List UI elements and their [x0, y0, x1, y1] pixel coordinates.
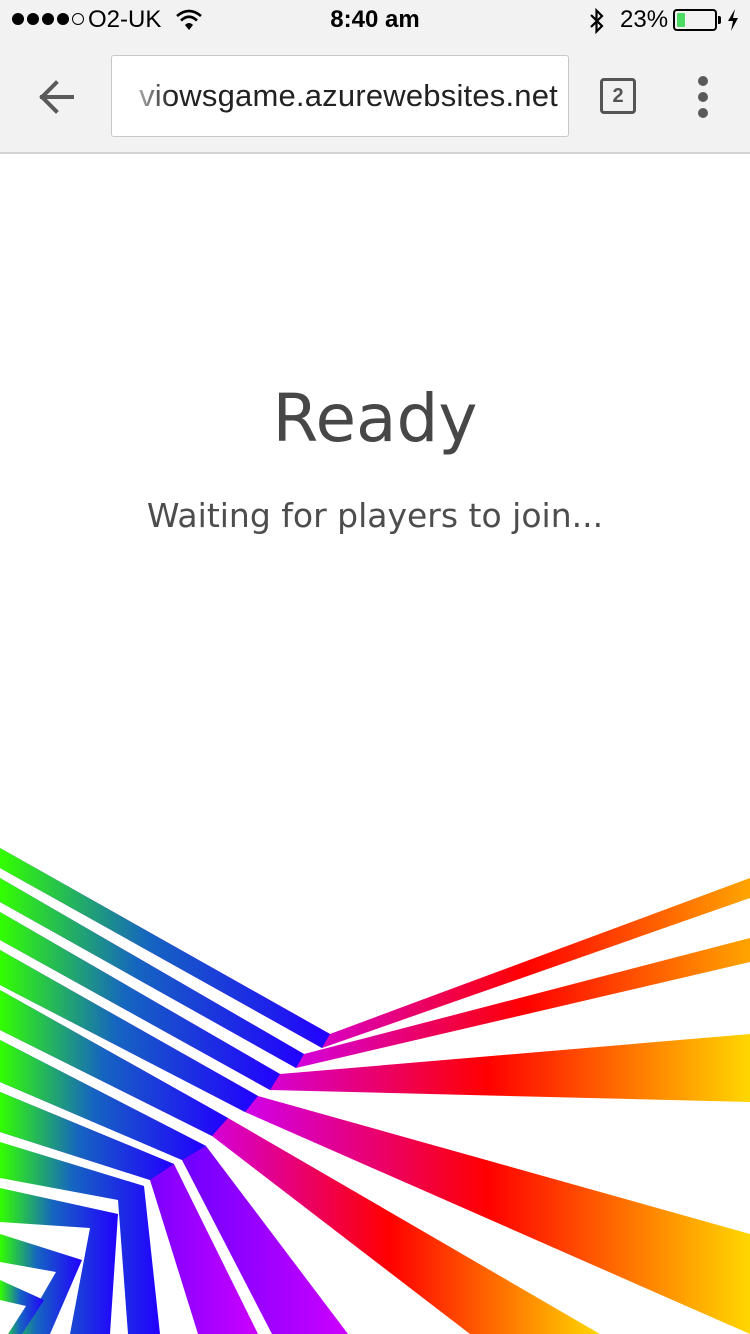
- battery-fill: [677, 13, 685, 27]
- battery-body: [673, 9, 717, 31]
- page-content: Ready Waiting for players to join...: [0, 156, 750, 1334]
- page-title: Ready: [272, 380, 478, 457]
- status-bar: O2-UK 8:40 am 23%: [0, 0, 750, 40]
- address-bar[interactable]: viowsgame.azurewebsites.net: [111, 55, 569, 137]
- url-fade: [112, 56, 172, 136]
- status-message: Waiting for players to join...: [146, 496, 604, 535]
- battery-icon: [673, 9, 721, 31]
- battery-percentage: 23%: [620, 6, 669, 33]
- back-arrow-icon[interactable]: [32, 74, 82, 120]
- overflow-menu-icon[interactable]: [690, 76, 716, 120]
- menu-dot: [698, 108, 708, 118]
- bluetooth-icon: [590, 8, 604, 34]
- tab-count: 2: [612, 85, 624, 107]
- menu-dot: [698, 76, 708, 86]
- screen: O2-UK 8:40 am 23% viowsgame.azurewebsite…: [0, 0, 750, 1334]
- charging-icon: [728, 9, 738, 31]
- browser-toolbar: viowsgame.azurewebsites.net 2: [0, 40, 750, 154]
- tab-switcher-button[interactable]: 2: [600, 78, 636, 114]
- menu-dot: [698, 92, 708, 102]
- battery-nub: [718, 16, 721, 24]
- url-text: viowsgame.azurewebsites.net: [139, 78, 558, 113]
